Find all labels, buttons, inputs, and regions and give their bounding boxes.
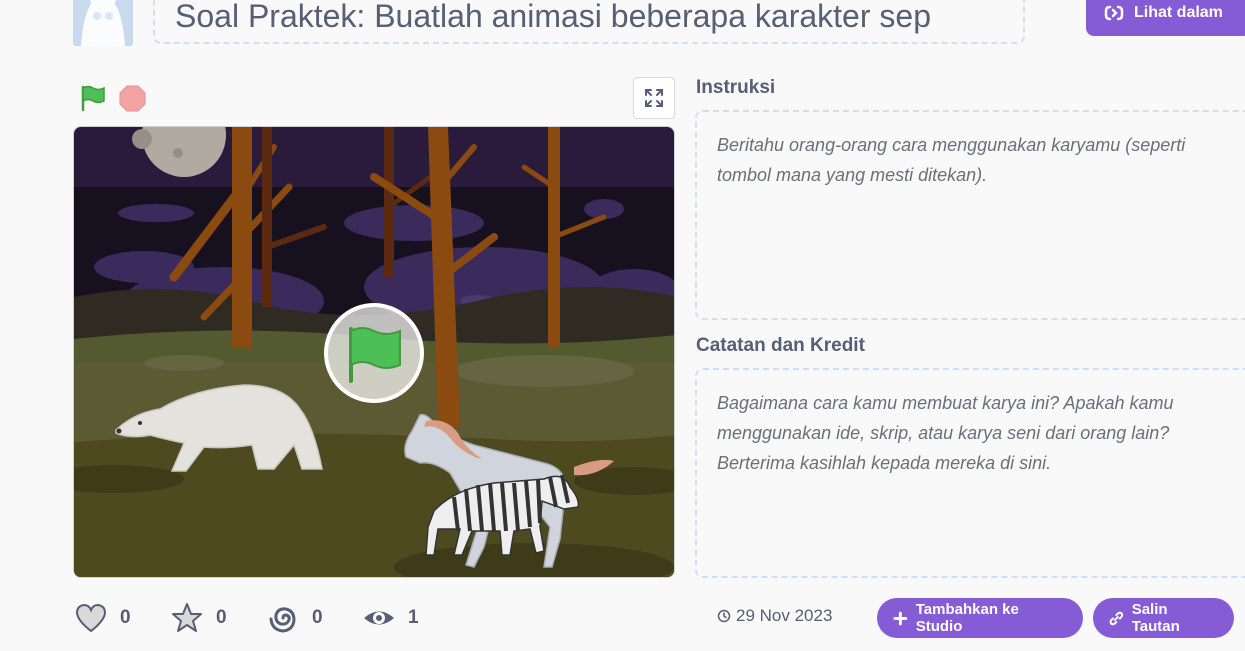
clock-icon xyxy=(717,609,731,623)
project-title-field[interactable]: Soal Praktek: Buatlah animasi beberapa k… xyxy=(153,0,1025,44)
project-title: Soal Praktek: Buatlah animasi beberapa k… xyxy=(175,0,931,34)
eye-icon xyxy=(364,611,394,625)
view-stat: 1 xyxy=(362,600,419,636)
project-stage[interactable] xyxy=(73,126,675,578)
plus-icon xyxy=(893,611,908,625)
fullscreen-button[interactable] xyxy=(633,77,675,119)
remix-stat: 0 xyxy=(266,600,323,636)
add-to-studio-label: Tambahkan ke Studio xyxy=(915,601,1019,635)
copy-link-label: Salin Tautan xyxy=(1131,601,1180,635)
love-stat[interactable]: 0 xyxy=(74,600,131,636)
add-to-studio-button[interactable]: Tambahkan ke Studio xyxy=(877,598,1083,638)
remix-count: 0 xyxy=(312,607,323,628)
share-date-text: 29 Nov 2023 xyxy=(736,606,833,625)
share-date: 29 Nov 2023 xyxy=(717,606,832,626)
remix-swirl-icon xyxy=(269,607,296,633)
copy-link-button[interactable]: Salin Tautan xyxy=(1093,598,1234,638)
green-flag-icon[interactable] xyxy=(79,84,107,112)
view-count: 1 xyxy=(408,607,419,628)
notes-label: Catatan dan Kredit xyxy=(696,335,865,356)
instructions-field[interactable]: Beritahu orang-orang cara menggunakan ka… xyxy=(695,110,1245,320)
heart-icon xyxy=(75,603,107,633)
instructions-label: Instruksi xyxy=(696,77,776,98)
see-inside-label: Lihat dalam xyxy=(1134,4,1223,21)
user-avatar[interactable] xyxy=(73,0,133,46)
favorite-count: 0 xyxy=(216,607,227,628)
notes-field[interactable]: Bagaimana cara kamu membuat karya ini? A… xyxy=(695,368,1245,578)
favorite-stat[interactable]: 0 xyxy=(170,600,227,636)
fullscreen-icon xyxy=(645,89,663,107)
project-page: Soal Praktek: Buatlah animasi beberapa k… xyxy=(0,0,1245,651)
link-icon xyxy=(1109,611,1124,625)
love-count: 0 xyxy=(120,607,131,628)
star-icon xyxy=(172,603,202,632)
stop-icon[interactable] xyxy=(119,85,146,112)
remix-icon xyxy=(1104,5,1124,21)
see-inside-button[interactable]: Lihat dalam xyxy=(1086,0,1245,36)
